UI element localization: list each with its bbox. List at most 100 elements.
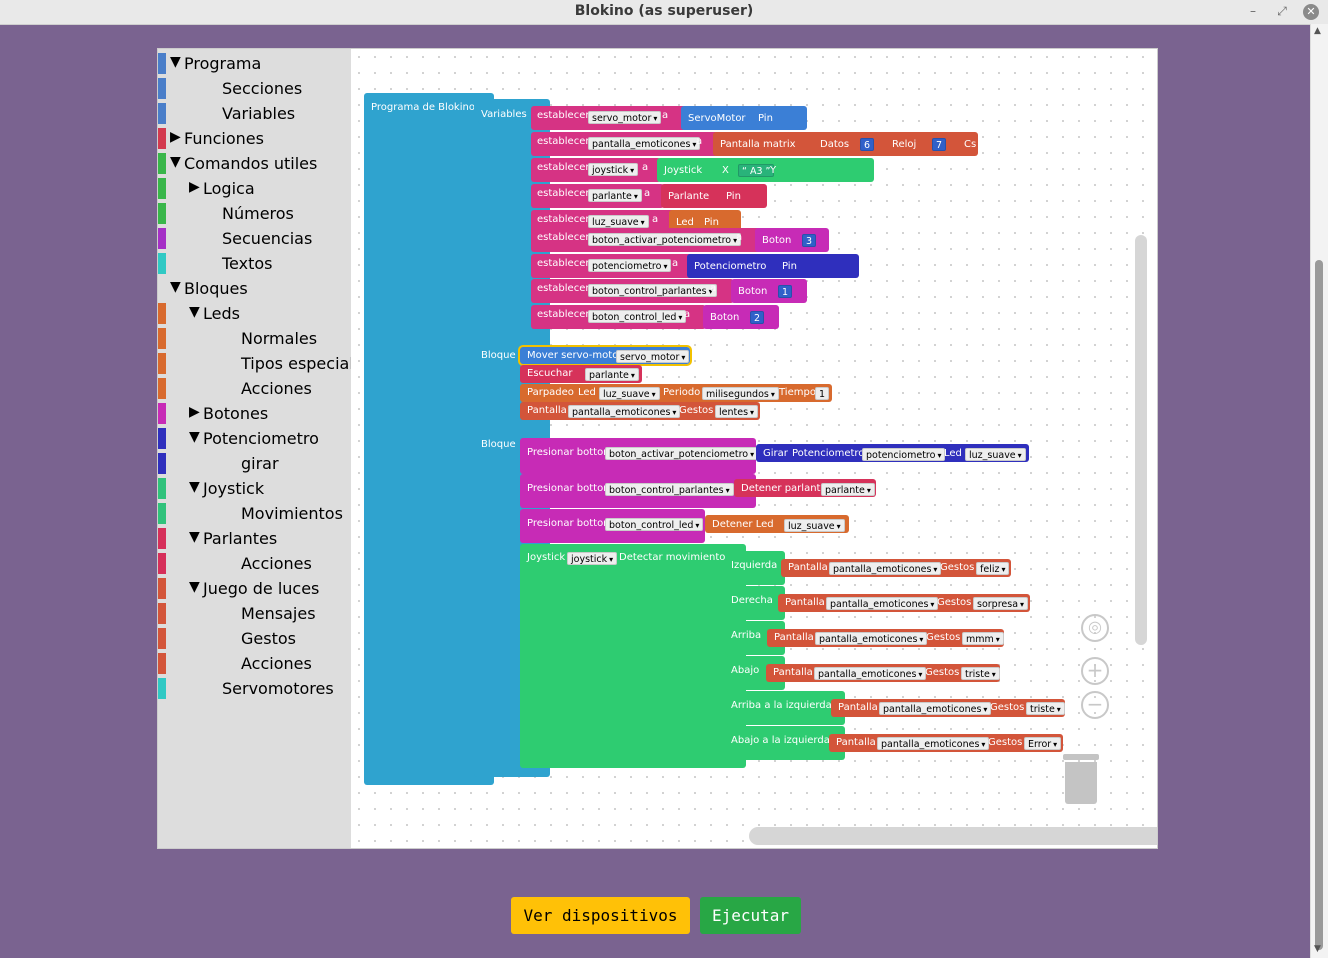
dropdown-arrow-icon[interactable]: ▾ [1053, 740, 1057, 749]
expand-down-icon[interactable]: ▼ [170, 54, 181, 70]
number-field[interactable]: 3 [802, 234, 817, 247]
variable-dropdown[interactable]: servo_motor ▾ [588, 111, 662, 124]
dropdown-arrow-icon[interactable]: ▾ [1001, 565, 1005, 574]
canvas-vertical-scrollbar[interactable] [1135, 235, 1147, 645]
dropdown-arrow-icon[interactable]: ▾ [672, 408, 676, 417]
scroll-up-icon[interactable]: ▲ [1314, 26, 1321, 36]
number-field[interactable]: 6 [860, 138, 875, 151]
dropdown-arrow-icon[interactable]: ▾ [981, 740, 985, 749]
toolbox-item-secuencias[interactable]: Secuencias [158, 226, 351, 251]
boton-dropdown[interactable]: boton_control_led ▾ [605, 518, 704, 531]
variable-dropdown[interactable]: pantalla_emoticones ▾ [588, 137, 701, 150]
dropdown-arrow-icon[interactable]: ▾ [609, 555, 613, 564]
ejecutar-button[interactable]: Ejecutar [700, 897, 801, 934]
dropdown-arrow-icon[interactable]: ▾ [634, 192, 638, 201]
maximize-icon[interactable]: ⤢ [1273, 2, 1291, 20]
dropdown-arrow-icon[interactable]: ▾ [653, 114, 657, 123]
led-dropdown[interactable]: luz_suave ▾ [599, 387, 660, 400]
periodo-dropdown[interactable]: milisegundos ▾ [702, 387, 779, 400]
pantalla-dropdown[interactable]: pantalla_emoticones ▾ [815, 632, 928, 645]
boton-dropdown[interactable]: boton_control_parlantes ▾ [605, 483, 734, 496]
toolbox-item-potenciometro[interactable]: ▼ Potenciometro [158, 426, 351, 451]
dropdown-arrow-icon[interactable]: ▾ [681, 353, 685, 362]
servo-dropdown[interactable]: servo_motor ▾ [616, 350, 690, 363]
parlante-dropdown[interactable]: parlante ▾ [585, 368, 639, 381]
tiempo-field[interactable]: 1 [815, 387, 830, 400]
dropdown-arrow-icon[interactable]: ▾ [983, 705, 987, 714]
variable-dropdown[interactable]: boton_control_parlantes ▾ [588, 284, 717, 297]
expand-down-icon[interactable]: ▼ [189, 529, 200, 545]
gestos-dropdown[interactable]: triste ▾ [961, 667, 1000, 680]
pantalla-dropdown[interactable]: pantalla_emoticones ▾ [814, 667, 927, 680]
trash-icon[interactable] [1063, 754, 1099, 804]
toolbox-item-programa[interactable]: ▼ Programa [158, 51, 351, 76]
dropdown-arrow-icon[interactable]: ▾ [630, 166, 634, 175]
toolbox-item-logica[interactable]: ▶ Logica [158, 176, 351, 201]
toolbox-item-variables[interactable]: Variables [158, 101, 351, 126]
pantalla-dropdown[interactable]: pantalla_emoticones ▾ [829, 562, 942, 575]
dropdown-arrow-icon[interactable]: ▾ [750, 408, 754, 417]
gestos-dropdown[interactable]: sorpresa ▾ [973, 597, 1029, 610]
zoom-in-icon[interactable]: + [1081, 657, 1109, 685]
dropdown-arrow-icon[interactable]: ▾ [992, 670, 996, 679]
variable-dropdown[interactable]: luz_suave ▾ [588, 215, 649, 228]
gestos-dropdown[interactable]: Error ▾ [1024, 737, 1062, 750]
pantalla-dropdown[interactable]: pantalla_emoticones ▾ [877, 737, 990, 750]
expand-right-icon[interactable]: ▶ [189, 179, 200, 195]
pantalla-dropdown[interactable]: pantalla_emoticones ▾ [879, 702, 992, 715]
expand-down-icon[interactable]: ▼ [170, 154, 181, 170]
toolbox-item-bloques[interactable]: ▼ Bloques [158, 276, 351, 301]
toolbox-item-juego-de-luces[interactable]: ▼ Juego de luces [158, 576, 351, 601]
dropdown-arrow-icon[interactable]: ▾ [1020, 600, 1024, 609]
variable-dropdown[interactable]: parlante ▾ [588, 189, 642, 202]
expand-down-icon[interactable]: ▼ [189, 429, 200, 445]
toolbox-item-textos[interactable]: Textos [158, 251, 351, 276]
dropdown-arrow-icon[interactable]: ▾ [641, 218, 645, 227]
dropdown-arrow-icon[interactable]: ▾ [919, 635, 923, 644]
toolbox-item-tipos-especiales[interactable]: Tipos especiales [158, 351, 372, 376]
canvas-horizontal-scrollbar[interactable] [749, 827, 1157, 845]
toolbox-item-secciones[interactable]: Secciones [158, 76, 351, 101]
toolbox-item-comandos-utiles[interactable]: ▼ Comandos utiles [158, 151, 351, 176]
joystick-detectar-block[interactable] [520, 544, 746, 768]
led-dropdown[interactable]: luz_suave ▾ [784, 519, 845, 532]
gestos-dropdown[interactable]: mmm ▾ [962, 632, 1004, 645]
parlante-dropdown[interactable]: parlante ▾ [821, 483, 875, 496]
toolbox-item-parlantes[interactable]: ▼ Parlantes [158, 526, 351, 551]
variable-dropdown[interactable]: potenciometro ▾ [588, 259, 672, 272]
dropdown-arrow-icon[interactable]: ▾ [1018, 451, 1022, 460]
window-vertical-scrollbar[interactable]: ▲ ▼ [1310, 24, 1328, 958]
toolbox-item-acciones[interactable]: Acciones [158, 551, 351, 576]
toolbox-item-funciones[interactable]: ▶ Funciones [158, 126, 351, 151]
expand-down-icon[interactable]: ▼ [189, 579, 200, 595]
recenter-icon[interactable]: ◎ [1081, 614, 1109, 642]
led-dropdown[interactable]: luz_suave ▾ [965, 448, 1026, 461]
dropdown-arrow-icon[interactable]: ▾ [867, 486, 871, 495]
number-field[interactable]: 7 [932, 138, 947, 151]
scroll-down-icon[interactable]: ▼ [1314, 944, 1321, 954]
variable-dropdown[interactable]: boton_control_led ▾ [588, 310, 687, 323]
variable-dropdown[interactable]: joystick ▾ [588, 163, 639, 176]
dropdown-arrow-icon[interactable]: ▾ [930, 600, 934, 609]
number-field[interactable]: 1 [778, 285, 793, 298]
toolbox-item-girar[interactable]: girar [158, 451, 351, 476]
block-canvas[interactable]: ◎ + − Programa de Blokino Variables establ… [351, 49, 1157, 848]
pantalla-dropdown[interactable]: pantalla_emoticones ▾ [568, 405, 681, 418]
dropdown-arrow-icon[interactable]: ▾ [695, 521, 699, 530]
minimize-icon[interactable]: – [1244, 2, 1262, 20]
toolbox-item-normales[interactable]: Normales [158, 326, 351, 351]
variable-dropdown[interactable]: boton_activar_potenciometro ▾ [588, 233, 742, 246]
toolbox-item-acciones[interactable]: Acciones [158, 651, 351, 676]
gestos-dropdown[interactable]: feliz ▾ [976, 562, 1010, 575]
close-icon[interactable]: ✕ [1303, 4, 1319, 20]
expand-down-icon[interactable]: ▼ [189, 304, 200, 320]
dropdown-arrow-icon[interactable]: ▾ [750, 450, 754, 459]
expand-right-icon[interactable]: ▶ [189, 404, 200, 420]
dropdown-arrow-icon[interactable]: ▾ [933, 565, 937, 574]
dropdown-arrow-icon[interactable]: ▾ [678, 313, 682, 322]
dropdown-arrow-icon[interactable]: ▾ [918, 670, 922, 679]
dropdown-arrow-icon[interactable]: ▾ [726, 486, 730, 495]
dropdown-arrow-icon[interactable]: ▾ [1057, 705, 1061, 714]
expand-down-icon[interactable]: ▼ [170, 279, 181, 295]
expand-down-icon[interactable]: ▼ [189, 479, 200, 495]
